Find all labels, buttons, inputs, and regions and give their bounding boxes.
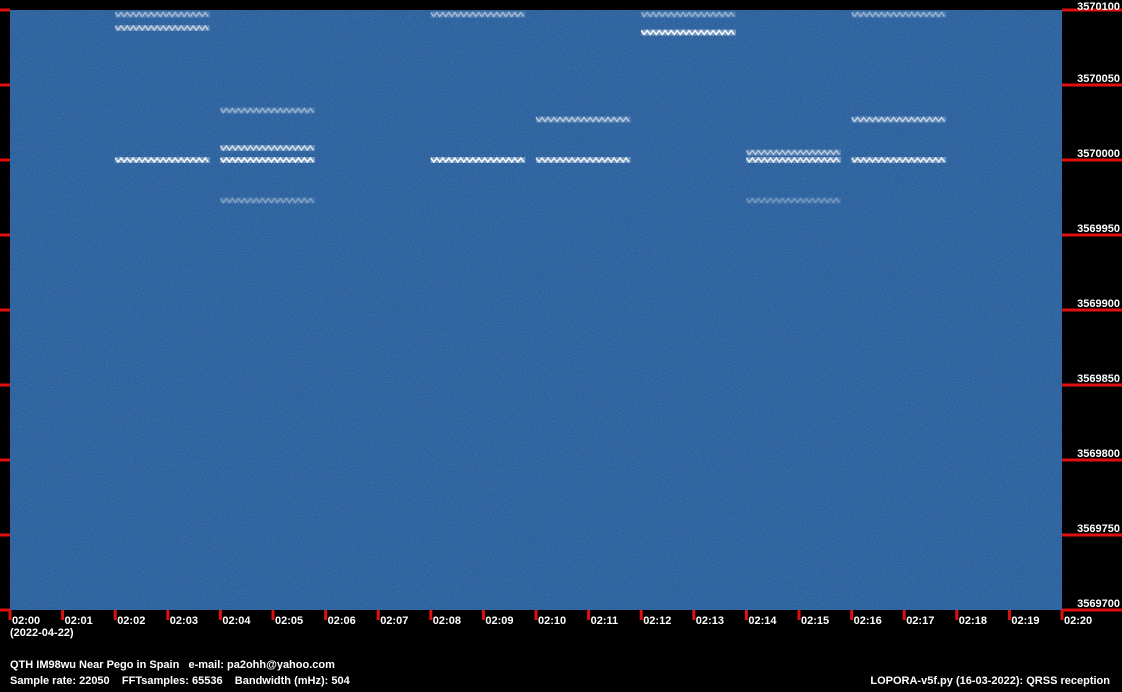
x-tick-label: 02:06	[328, 615, 356, 627]
y-tick-label: 3570000	[1077, 148, 1120, 160]
signal-trace	[535, 156, 631, 164]
signal-trace	[640, 29, 736, 36]
software-info: LOPORA-v5f.py (16-03-2022): QRSS recepti…	[870, 675, 1110, 687]
x-tick-label: 02:15	[801, 615, 829, 627]
waterfall-background	[10, 10, 1062, 610]
signal-trace	[745, 197, 842, 204]
x-tick-label: 02:04	[222, 615, 251, 627]
y-tick-label: 3569800	[1077, 448, 1120, 460]
y-tick-label: 3570050	[1077, 73, 1120, 85]
signal-trace	[535, 116, 631, 123]
x-tick-label: 02:11	[591, 615, 619, 627]
x-tick-label: 02:12	[643, 615, 671, 627]
signal-trace	[430, 156, 526, 164]
signal-trace	[114, 24, 210, 32]
signal-trace	[219, 156, 316, 164]
x-tick-label: 02:18	[959, 615, 987, 627]
x-tick-label: 02:19	[1011, 615, 1039, 627]
signal-trace	[745, 156, 842, 164]
spectrogram: 3570100 3570050 3570000 3569950 3569900 35698…	[0, 1, 1122, 627]
x-tick-label: 02:20	[1064, 615, 1092, 627]
x-tick-label: 02:01	[65, 615, 93, 627]
x-tick-label: 02:16	[854, 615, 882, 627]
x-tick-label: 02:03	[170, 615, 198, 627]
signal-trace	[114, 156, 210, 164]
x-tick-label: 02:05	[275, 615, 303, 627]
signal-trace	[219, 144, 316, 152]
signal-trace	[219, 197, 316, 204]
x-tick-label: 02:17	[906, 615, 934, 627]
x-tick-label: 02:13	[696, 615, 724, 627]
signal-trace	[851, 156, 947, 164]
station-info: QTH IM98wu Near Pego in Spain e-mail: pa…	[10, 659, 335, 671]
x-tick-label: 02:14	[748, 615, 777, 627]
date-label: (2022-04-22)	[10, 627, 74, 639]
x-tick-label: 02:10	[538, 615, 566, 627]
signal-trace	[851, 11, 947, 18]
y-tick-label: 3569900	[1077, 298, 1120, 310]
x-tick-label: 02:08	[433, 615, 461, 627]
x-tick-label: 02:07	[380, 615, 408, 627]
x-tick-label: 02:00	[12, 615, 40, 627]
signal-trace	[430, 11, 526, 18]
y-tick-label: 3569750	[1077, 523, 1120, 535]
signal-trace	[851, 116, 947, 123]
y-tick-label: 3569850	[1077, 373, 1120, 385]
capture-params: Sample rate: 22050 FFTsamples: 65536 Ban…	[10, 675, 350, 687]
y-tick-label: 3569700	[1077, 598, 1120, 610]
signal-trace	[114, 11, 210, 18]
y-tick-label: 3570100	[1077, 1, 1120, 13]
y-tick-label: 3569950	[1077, 223, 1120, 235]
signal-trace	[219, 107, 316, 114]
x-tick-label: 02:02	[117, 615, 145, 627]
signal-trace	[745, 149, 842, 156]
signal-trace	[640, 11, 736, 18]
x-tick-label: 02:09	[485, 615, 513, 627]
